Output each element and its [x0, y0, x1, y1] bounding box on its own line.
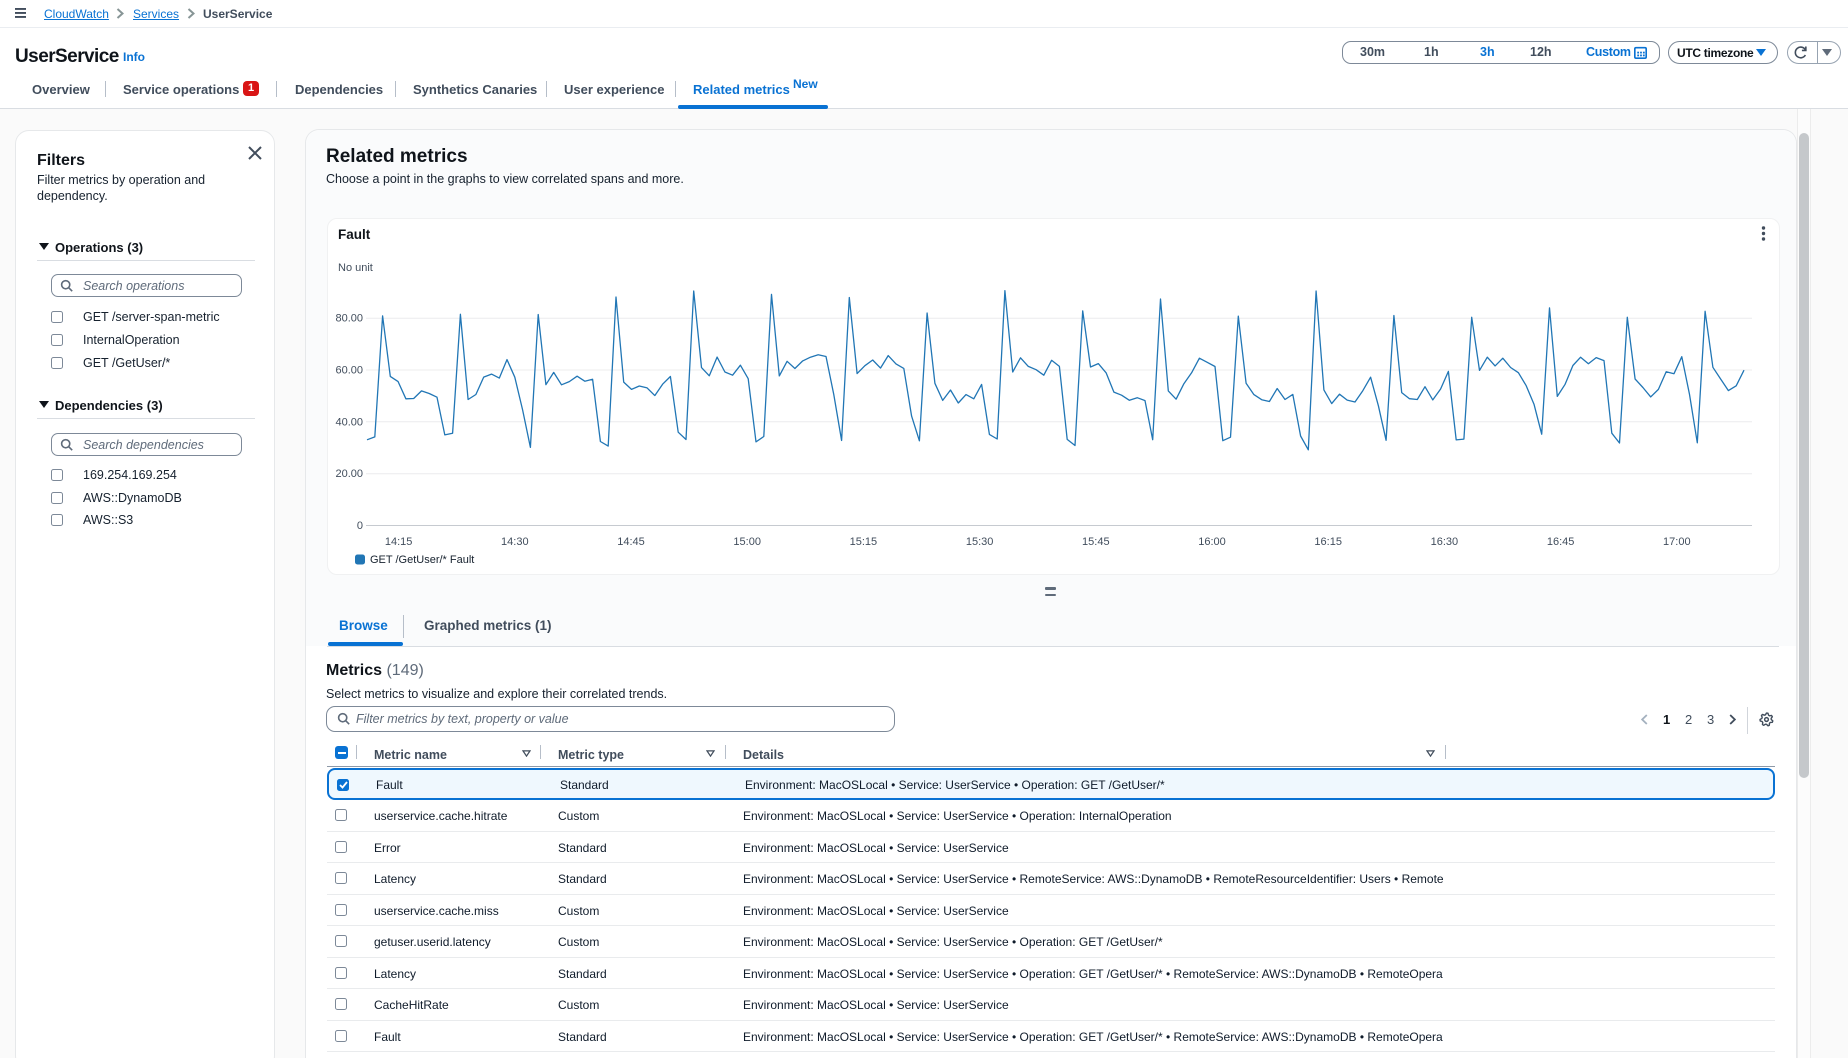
- svg-text:20.00: 20.00: [335, 468, 363, 480]
- svg-text:80.00: 80.00: [335, 313, 363, 325]
- svg-text:16:15: 16:15: [1314, 536, 1342, 548]
- svg-text:40.00: 40.00: [335, 416, 363, 428]
- svg-text:15:00: 15:00: [733, 536, 761, 548]
- svg-text:14:15: 14:15: [385, 536, 413, 548]
- svg-text:14:45: 14:45: [617, 536, 645, 548]
- svg-text:15:30: 15:30: [966, 536, 994, 548]
- svg-text:0: 0: [357, 520, 363, 532]
- svg-text:16:30: 16:30: [1431, 536, 1459, 548]
- svg-text:16:00: 16:00: [1198, 536, 1226, 548]
- svg-text:15:15: 15:15: [850, 536, 878, 548]
- svg-text:No unit: No unit: [338, 262, 373, 274]
- svg-text:14:30: 14:30: [501, 536, 529, 548]
- svg-text:60.00: 60.00: [335, 365, 363, 377]
- svg-text:17:00: 17:00: [1663, 536, 1691, 548]
- svg-text:15:45: 15:45: [1082, 536, 1110, 548]
- svg-text:GET /GetUser/* Fault: GET /GetUser/* Fault: [370, 554, 474, 566]
- svg-text:16:45: 16:45: [1547, 536, 1575, 548]
